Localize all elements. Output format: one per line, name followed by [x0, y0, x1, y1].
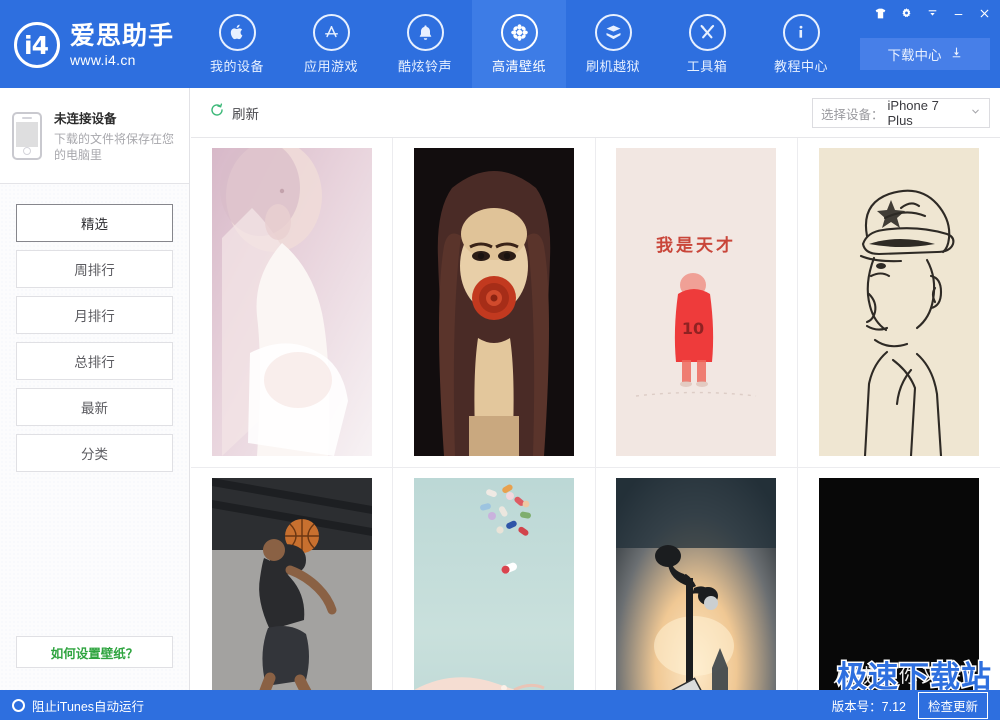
status-bar: 阻止iTunes自动运行 版本号：7.12 检查更新	[0, 690, 1000, 720]
nav-item-flash-jailbreak[interactable]: 刷机越狱	[566, 0, 660, 88]
device-text: 未连接设备 下载的文件将保存在您的电脑里	[54, 108, 177, 163]
wallpaper-thumbnail-i-am-a-genius: 我是天才 10	[616, 148, 777, 456]
phone-icon	[12, 111, 42, 160]
nav-label: 我的设备	[209, 58, 264, 74]
wallpaper-thumbnail-rose-portrait	[413, 148, 574, 456]
skin-icon[interactable]	[868, 3, 892, 23]
nav-item-my-device[interactable]: 我的设备	[190, 0, 284, 88]
wallpaper-thumbnail-mao-sketch	[818, 148, 979, 456]
nav-item-tutorial-center[interactable]: 教程中心	[754, 0, 848, 88]
main-nav: 我的设备 应用游戏 酷炫铃声 高清壁纸 刷机越狱 工具箱 教程中心	[190, 0, 848, 88]
minimize-to-tray-icon[interactable]	[920, 3, 944, 23]
window-controls	[868, 2, 996, 24]
chevron-down-icon	[970, 106, 981, 120]
wallpaper-thumbnail-soft-portrait	[211, 148, 372, 456]
sidebar-item-label: 总排行	[74, 355, 115, 370]
close-icon[interactable]	[972, 3, 996, 23]
wallpaper-grid: 我是天才 10 八戒，你又在	[191, 138, 1000, 690]
logo-text: 爱思助手 www.i4.cn	[70, 21, 175, 68]
app-logo: i4 爱思助手 www.i4.cn	[14, 16, 194, 74]
app-window: i4 爱思助手 www.i4.cn 我的设备 应用游戏 酷炫铃声 高清壁纸 刷机…	[0, 0, 1000, 720]
logo-mark-icon: i4	[14, 22, 60, 68]
nav-item-toolbox[interactable]: 工具箱	[660, 0, 754, 88]
nav-item-hd-wallpaper[interactable]: 高清壁纸	[472, 0, 566, 88]
sidebar-item-label: 最新	[81, 401, 108, 416]
nav-label: 高清壁纸	[491, 58, 546, 74]
wallpaper-cell[interactable]	[797, 138, 1000, 468]
wallpaper-cell[interactable]	[191, 138, 394, 468]
wallpaper-thumbnail-street-signs: Broadway West 34th St NO TURNS	[616, 478, 777, 690]
nav-label: 工具箱	[686, 58, 728, 74]
sidebar-category-list: 精选 周排行 月排行 总排行 最新 分类	[0, 184, 189, 472]
wallpaper-cell[interactable]: Broadway West 34th St NO TURNS	[596, 468, 798, 690]
nav-label: 应用游戏	[303, 58, 358, 74]
bell-icon	[406, 13, 444, 51]
nav-label: 酷炫铃声	[397, 58, 452, 74]
version-label: 版本号：7.12	[831, 699, 906, 714]
device-title: 未连接设备	[54, 111, 117, 126]
block-itunes-toggle[interactable]: 阻止iTunes自动运行	[12, 696, 144, 715]
sidebar-item-monthly-rank[interactable]: 月排行	[16, 296, 173, 334]
logo-url: www.i4.cn	[70, 51, 136, 68]
sidebar: 未连接设备 下载的文件将保存在您的电脑里 精选 周排行 月排行 总排行 最新 分…	[0, 88, 190, 690]
sidebar-item-label: 分类	[81, 447, 108, 462]
wallpaper-thumbnail-basketball-dunk	[211, 478, 372, 690]
nav-item-ringtones[interactable]: 酷炫铃声	[378, 0, 472, 88]
sidebar-item-label: 周排行	[74, 263, 115, 278]
how-to-set-wallpaper-button[interactable]: 如何设置壁纸？	[16, 636, 173, 668]
info-icon	[782, 13, 820, 51]
flower-icon	[500, 13, 538, 51]
sidebar-item-label: 精选	[81, 217, 108, 232]
sidebar-item-featured[interactable]: 精选	[16, 204, 173, 242]
minimize-icon[interactable]	[946, 3, 970, 23]
content-toolbar: 刷新 选择设备： iPhone 7 Plus	[191, 88, 1000, 138]
svg-text:10: 10	[682, 319, 704, 338]
device-status-panel[interactable]: 未连接设备 下载的文件将保存在您的电脑里	[0, 88, 189, 184]
nav-label: 教程中心	[773, 58, 828, 74]
refresh-icon	[209, 102, 225, 123]
device-subtitle: 下载的文件将保存在您的电脑里	[54, 131, 175, 162]
wallpaper-cell[interactable]	[393, 138, 596, 468]
download-icon	[950, 46, 963, 62]
open-box-icon	[594, 13, 632, 51]
sidebar-item-label: 月排行	[74, 309, 115, 324]
check-update-button[interactable]: 检查更新	[917, 691, 988, 719]
download-center-label: 下载中心	[887, 48, 942, 63]
how-to-set-wallpaper-label: 如何设置壁纸？	[50, 646, 139, 661]
svg-text:八戒，你又在: 八戒，你又在	[833, 665, 965, 687]
app-header: i4 爱思助手 www.i4.cn 我的设备 应用游戏 酷炫铃声 高清壁纸 刷机…	[0, 0, 1000, 88]
wallpaper-thumbnail-pills-illustration	[413, 478, 574, 690]
howto-wrapper: 如何设置壁纸？	[16, 636, 173, 668]
gear-icon[interactable]	[894, 3, 918, 23]
nav-item-apps-games[interactable]: 应用游戏	[284, 0, 378, 88]
device-select-label: 选择设备：	[821, 107, 884, 122]
wallpaper-cell[interactable]	[393, 468, 596, 690]
sidebar-item-newest[interactable]: 最新	[16, 388, 173, 426]
wallpaper-cell[interactable]: 八戒，你又在 偷玩为师的手 机了吧？	[798, 468, 1000, 690]
wallpaper-cell[interactable]: 我是天才 10	[595, 138, 798, 468]
apple-icon	[218, 13, 256, 51]
wallpaper-cell[interactable]	[191, 468, 394, 690]
sidebar-item-weekly-rank[interactable]: 周排行	[16, 250, 173, 288]
refresh-button[interactable]: 刷新	[209, 102, 259, 123]
download-center-button[interactable]: 下载中心	[860, 38, 990, 70]
device-select-dropdown[interactable]: 选择设备： iPhone 7 Plus	[812, 98, 990, 128]
device-select-value: iPhone 7 Plus	[887, 98, 939, 128]
radio-icon	[12, 698, 25, 712]
svg-text:我是天才: 我是天才	[656, 235, 736, 256]
logo-name: 爱思助手	[70, 21, 175, 50]
nav-label: 刷机越狱	[585, 58, 640, 74]
tools-icon	[688, 13, 726, 51]
app-store-icon	[312, 13, 350, 51]
refresh-label: 刷新	[232, 106, 259, 122]
wallpaper-thumbnail-bajie-text: 八戒，你又在 偷玩为师的手 机了吧？	[818, 478, 979, 690]
sidebar-item-categories[interactable]: 分类	[16, 434, 173, 472]
block-itunes-label: 阻止iTunes自动运行	[32, 699, 145, 714]
sidebar-item-total-rank[interactable]: 总排行	[16, 342, 173, 380]
status-bar-right: 版本号：7.12 检查更新	[831, 691, 988, 719]
